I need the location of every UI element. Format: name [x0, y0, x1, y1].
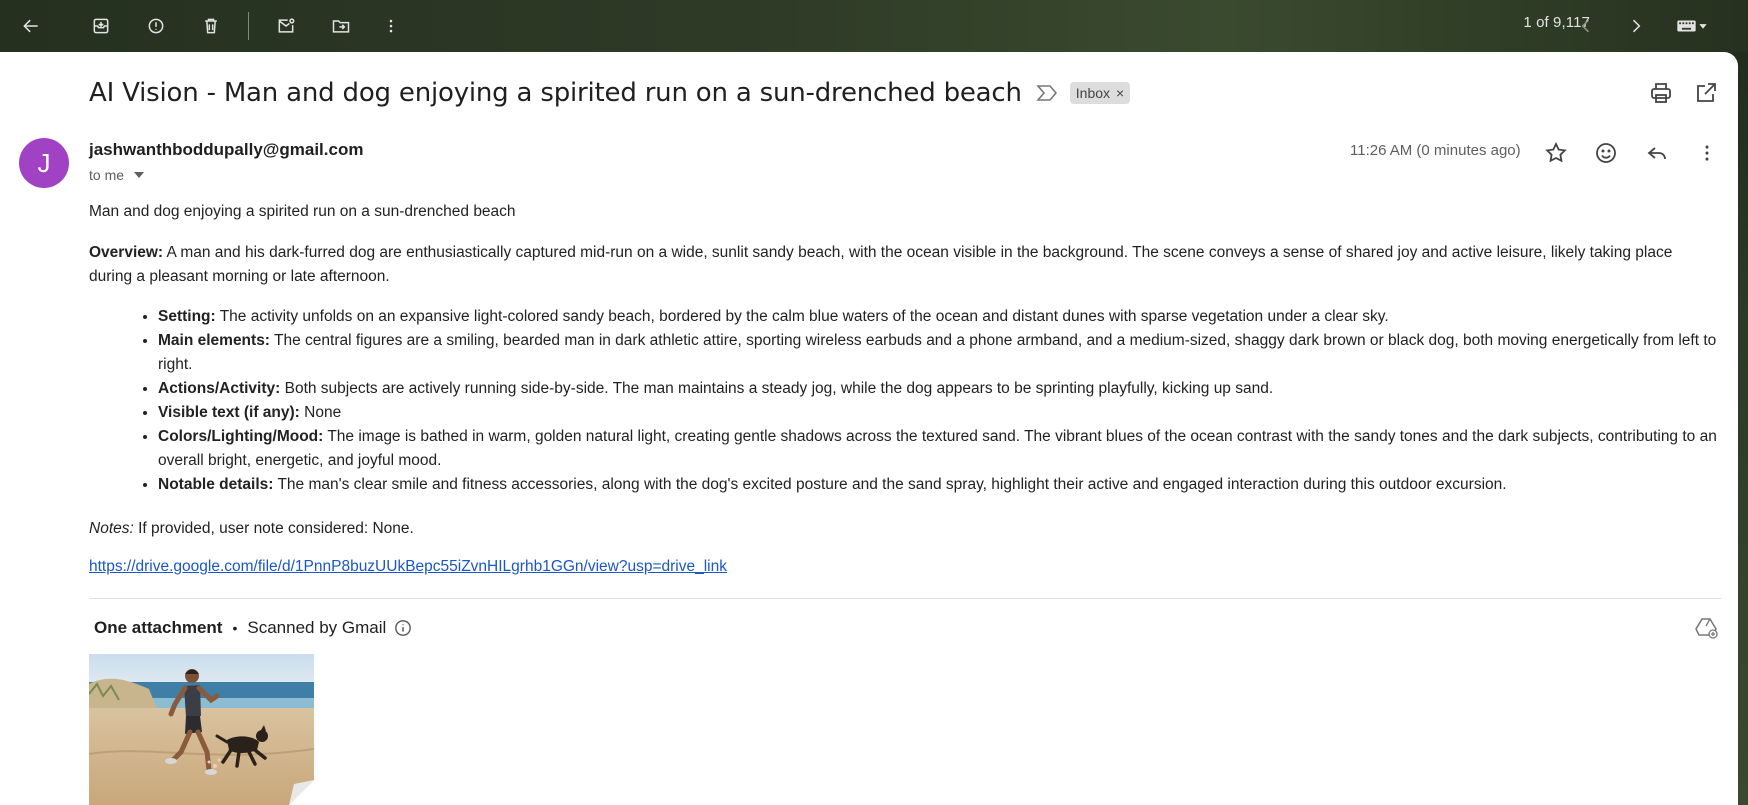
sender-email[interactable]: jashwanthboddupally@gmail.com — [89, 140, 363, 160]
list-item: Colors/Lighting/Mood: The image is bathe… — [158, 425, 1718, 473]
bullet-label: Visible text (if any): — [158, 404, 300, 421]
body-intro: Man and dog enjoying a spirited run on a… — [89, 203, 516, 220]
attachment-divider — [89, 598, 1721, 599]
list-item: Visible text (if any): None — [158, 401, 1718, 425]
newer-icon[interactable] — [1568, 8, 1604, 44]
recipient-details[interactable]: to me — [89, 167, 145, 183]
back-arrow-icon[interactable] — [13, 8, 49, 44]
notes-text: If provided, user note considered: None. — [133, 520, 414, 537]
bullet-label: Actions/Activity: — [158, 380, 281, 397]
message-toolbar: 1 of 9,117 — [0, 0, 1748, 52]
bullet-label: Colors/Lighting/Mood: — [158, 428, 324, 445]
bullet-text: The man's clear smile and fitness access… — [273, 476, 1507, 493]
delete-icon[interactable] — [193, 8, 229, 44]
overview-label: Overview: — [89, 244, 164, 261]
bullet-label: Setting: — [158, 308, 216, 325]
keyboard-icon[interactable] — [1668, 8, 1716, 44]
move-to-icon[interactable] — [323, 8, 359, 44]
bullet-text: The activity unfolds on an expansive lig… — [215, 308, 1389, 325]
attachments-title: One attachment — [94, 618, 223, 637]
add-to-drive-icon[interactable] — [1694, 616, 1718, 640]
reply-icon[interactable] — [1642, 138, 1672, 168]
emoji-icon[interactable] — [1591, 138, 1621, 168]
sender-avatar[interactable]: J — [19, 138, 69, 188]
importance-marker-icon[interactable] — [1036, 84, 1058, 102]
overview-text: A man and his dark-furred dog are enthus… — [89, 244, 1673, 285]
scanned-by-gmail: Scanned by Gmail — [247, 618, 387, 637]
body-notes: Notes: If provided, user note considered… — [89, 517, 1714, 541]
subject-row: AI Vision - Man and dog enjoying a spiri… — [89, 78, 1131, 108]
info-icon[interactable] — [394, 619, 412, 637]
chevron-down-icon[interactable] — [134, 172, 145, 178]
older-icon[interactable] — [1618, 8, 1654, 44]
more-vert-icon[interactable] — [373, 8, 409, 44]
inbox-label-chip: Inbox × — [1069, 82, 1131, 104]
drive-link[interactable]: https://drive.google.com/file/d/1PnnP8bu… — [89, 558, 727, 576]
message-timestamp: 11:26 AM (0 minutes ago) — [1350, 142, 1521, 159]
recipient-text: to me — [89, 167, 125, 183]
bullet-text: None — [299, 404, 342, 421]
attachments-header: One attachment • Scanned by Gmail — [94, 618, 412, 638]
separator-dot: • — [232, 620, 238, 636]
list-item: Setting: The activity unfolds on an expa… — [158, 305, 1718, 329]
bullet-label: Notable details: — [158, 476, 274, 493]
list-item: Notable details: The man's clear smile a… — [158, 473, 1718, 497]
more-vert-icon[interactable] — [1692, 138, 1722, 168]
email-subject: AI Vision - Man and dog enjoying a spiri… — [89, 78, 1022, 108]
archive-icon[interactable] — [83, 8, 119, 44]
bullet-text: The image is bathed in warm, golden natu… — [158, 428, 1717, 469]
remove-label-icon[interactable]: × — [1116, 85, 1124, 101]
star-icon[interactable] — [1541, 138, 1571, 168]
bullet-label: Main elements: — [158, 332, 270, 349]
body-overview: Overview: A man and his dark-furred dog … — [89, 241, 1714, 289]
details-list: Setting: The activity unfolds on an expa… — [158, 305, 1718, 497]
bullet-text: The central figures are a smiling, beard… — [158, 332, 1717, 373]
report-spam-icon[interactable] — [138, 8, 174, 44]
toolbar-separator — [248, 12, 249, 40]
notes-label: Notes: — [89, 520, 134, 537]
open-in-new-window-icon[interactable] — [1694, 81, 1720, 107]
label-text: Inbox — [1075, 85, 1111, 101]
print-icon[interactable] — [1649, 81, 1675, 107]
mark-unread-icon[interactable] — [268, 8, 304, 44]
list-item: Main elements: The central figures are a… — [158, 329, 1718, 377]
attachment-thumbnail[interactable] — [89, 654, 314, 805]
list-item: Actions/Activity: Both subjects are acti… — [158, 377, 1718, 401]
bullet-text: Both subjects are actively running side-… — [280, 380, 1274, 397]
message-view: AI Vision - Man and dog enjoying a spiri… — [0, 52, 1738, 805]
